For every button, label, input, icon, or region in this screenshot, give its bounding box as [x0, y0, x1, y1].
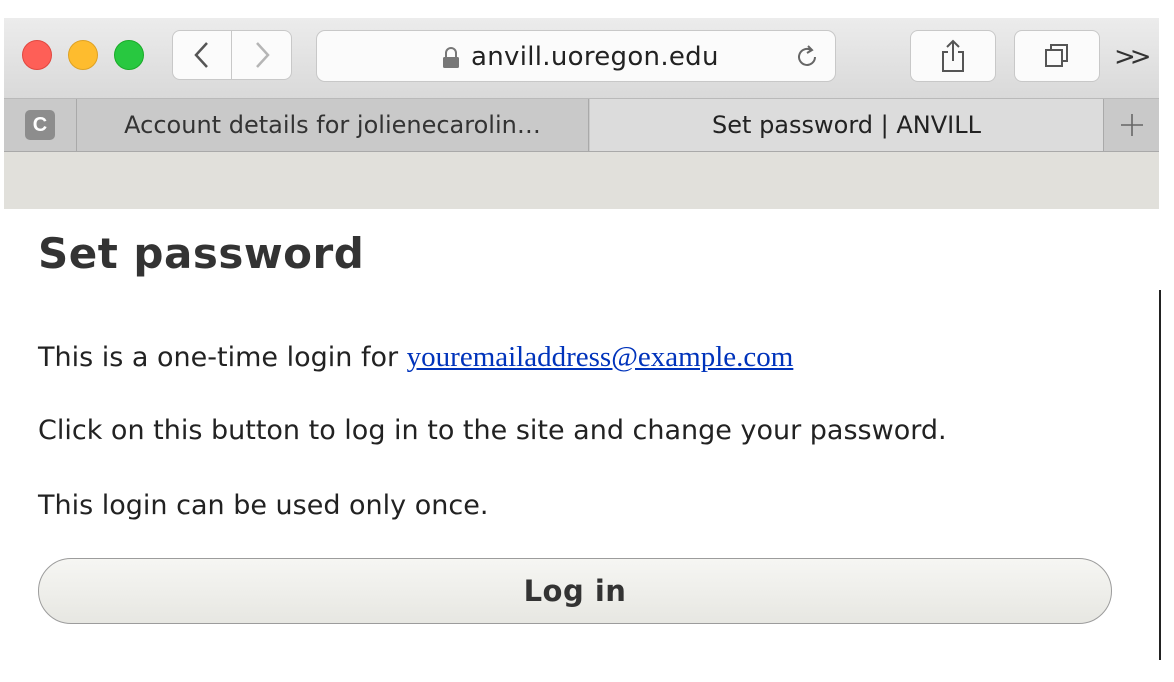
pinned-tab[interactable]: C	[4, 99, 77, 151]
once-note-text: This login can be used only once.	[38, 490, 489, 521]
more-chevron-icon[interactable]: >>	[1114, 42, 1151, 72]
chevron-right-icon	[255, 42, 270, 68]
plus-icon	[1121, 114, 1143, 136]
instruction-text: Click on this button to log in to the si…	[38, 415, 947, 446]
share-icon	[942, 39, 964, 72]
window-edge-divider	[1159, 290, 1161, 660]
close-icon[interactable]	[22, 40, 52, 70]
page-content: Set password This is a one-time login fo…	[4, 209, 1159, 682]
lock-icon	[443, 47, 459, 68]
tabs-overview-icon	[1045, 44, 1068, 67]
login-prefix: This is a one-time login for	[38, 342, 407, 373]
new-tab-button[interactable]	[1103, 99, 1160, 151]
address-url: anvill.uoregon.edu	[471, 42, 719, 72]
browser-window: anvill.uoregon.edu >> C Account details …	[4, 18, 1159, 682]
tab-set-password[interactable]: Set password | ANVILL	[590, 99, 1103, 151]
share-button[interactable]	[910, 30, 996, 82]
browser-toolbar: anvill.uoregon.edu >>	[4, 18, 1159, 99]
address-bar[interactable]: anvill.uoregon.edu	[316, 30, 836, 82]
tabs-overview-button[interactable]	[1014, 30, 1100, 82]
login-info-text: This is a one-time login for youremailad…	[38, 341, 793, 374]
login-button[interactable]: Log in	[38, 558, 1112, 624]
tab-account-details[interactable]: Account details for jolienecarolin…	[77, 99, 589, 151]
chevron-left-icon	[194, 42, 208, 68]
zoom-icon[interactable]	[114, 40, 144, 70]
page-title: Set password	[38, 229, 365, 278]
email-link[interactable]: youremailaddress@example.com	[407, 341, 794, 373]
pinned-tab-icon: C	[25, 110, 55, 140]
tab-bar: C Account details for jolienecarolin… Se…	[4, 99, 1159, 152]
minimize-icon[interactable]	[68, 40, 98, 70]
forward-button[interactable]	[232, 30, 292, 80]
back-button[interactable]	[172, 30, 232, 80]
reload-icon[interactable]	[793, 43, 821, 71]
site-header-strip	[4, 152, 1159, 209]
